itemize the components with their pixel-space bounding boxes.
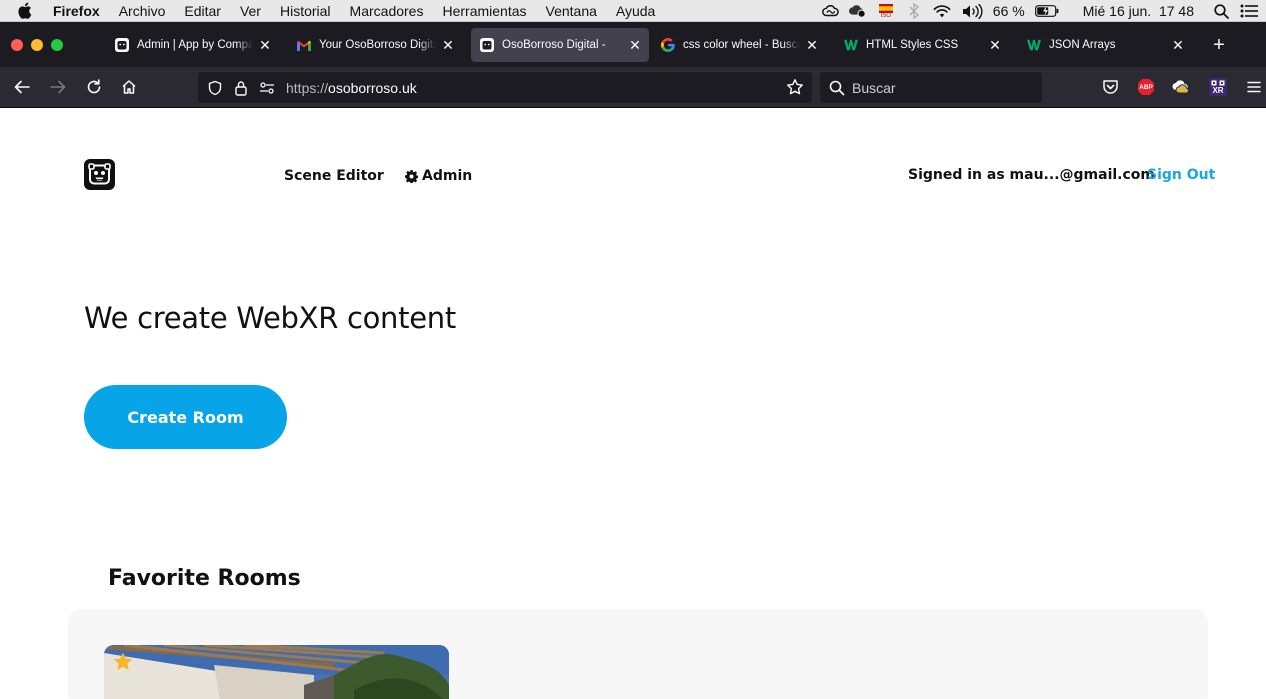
nav-admin-label: Admin	[422, 168, 473, 184]
wifi-icon[interactable]	[933, 3, 951, 19]
datetime[interactable]: Mié 16 jun. 17 48	[1083, 3, 1194, 19]
adblock-label: ABP	[1139, 83, 1153, 91]
close-icon[interactable]: ✕	[1170, 37, 1186, 53]
create-room-button[interactable]: Create Room	[84, 385, 287, 449]
tab-html-styles[interactable]: HTML Styles CSS ✕	[835, 28, 1009, 62]
flag-label: ISO	[880, 12, 891, 19]
close-icon[interactable]: ✕	[987, 37, 1003, 53]
close-icon[interactable]: ✕	[627, 37, 643, 53]
hero-title: We create WebXR content	[84, 301, 456, 335]
new-tab-button[interactable]: +	[1209, 35, 1229, 55]
room-thumbnail	[104, 645, 449, 699]
room-card[interactable]	[104, 645, 449, 699]
favorite-rooms-heading: Favorite Rooms	[108, 566, 301, 591]
menu-archivo[interactable]: Archivo	[119, 3, 166, 19]
url-bar[interactable]: https://osoborroso.uk	[198, 72, 812, 103]
nav-admin[interactable]: Admin	[405, 168, 472, 184]
w3schools-icon	[844, 38, 858, 52]
search-icon	[828, 79, 846, 97]
xr-label: XR	[1212, 86, 1224, 95]
bluetooth-icon[interactable]	[905, 3, 923, 19]
permissions-icon[interactable]	[258, 79, 276, 97]
url-scheme: https://	[286, 79, 329, 96]
tab-title: HTML Styles CSS	[866, 39, 959, 51]
menu-marcadores[interactable]: Marcadores	[350, 3, 424, 19]
forward-button[interactable]	[48, 77, 68, 97]
creative-cloud-icon[interactable]	[821, 3, 839, 19]
menu-ayuda[interactable]: Ayuda	[616, 3, 655, 19]
url-text[interactable]: https://osoborroso.uk	[286, 80, 417, 96]
close-icon[interactable]: ✕	[804, 37, 820, 53]
close-icon[interactable]: ✕	[257, 37, 273, 53]
menu-ver[interactable]: Ver	[240, 3, 261, 19]
url-host: osoborroso.uk	[328, 79, 417, 96]
gmail-icon	[297, 38, 311, 52]
sign-out-link[interactable]: Sign Out	[1147, 167, 1215, 183]
adblock-plus-icon[interactable]: ABP	[1136, 77, 1156, 97]
tracking-shield-icon[interactable]	[206, 79, 224, 97]
bear-icon	[115, 38, 129, 52]
spotlight-search-icon[interactable]	[1212, 3, 1230, 19]
tab-title: JSON Arrays	[1049, 39, 1116, 51]
tab-json-arrays[interactable]: JSON Arrays ✕	[1018, 28, 1192, 62]
macos-menubar: Firefox Archivo Editar Ver Historial Mar…	[0, 0, 1266, 22]
status-area: ISO 66 % Mié 16 jun. 17 48	[821, 0, 1266, 22]
window-minimize-button[interactable]	[31, 39, 43, 51]
menu-herramientas[interactable]: Herramientas	[442, 3, 526, 19]
search-input[interactable]	[852, 79, 1032, 96]
battery-percent: 66 %	[992, 3, 1025, 19]
window-close-button[interactable]	[11, 39, 23, 51]
menu-historial[interactable]: Historial	[280, 3, 331, 19]
tab-title: Admin | App by Company	[137, 39, 253, 51]
favorite-rooms-panel	[68, 609, 1208, 699]
tab-osoborroso-digital[interactable]: OsoBorroso Digital - ✕	[471, 28, 649, 62]
close-icon[interactable]: ✕	[440, 37, 456, 53]
favorite-star-icon[interactable]	[112, 651, 134, 673]
control-center-icon[interactable]	[1240, 3, 1258, 19]
volume-icon[interactable]	[961, 3, 983, 19]
home-button[interactable]	[119, 77, 139, 97]
gear-icon	[405, 169, 418, 183]
back-button[interactable]	[12, 77, 32, 97]
site-logo[interactable]	[84, 159, 115, 190]
keyboard-flag-icon[interactable]: ISO	[877, 3, 895, 19]
menu-ventana[interactable]: Ventana	[546, 3, 597, 19]
tab-google-search[interactable]: css color wheel - Buscar ✕	[652, 28, 826, 62]
bookmark-star-icon[interactable]	[786, 78, 804, 96]
battery-icon[interactable]	[1034, 3, 1059, 19]
pocket-icon[interactable]	[1100, 77, 1120, 97]
webxr-emulator-icon[interactable]: XR	[1208, 77, 1228, 97]
browser-tab-strip: Admin | App by Company ✕ Your OsoBorroso…	[0, 22, 1266, 67]
nav-scene-editor[interactable]: Scene Editor	[284, 168, 384, 184]
w3schools-icon	[1027, 38, 1041, 52]
browser-nav-bar: https://osoborroso.uk ABP XR	[0, 67, 1266, 108]
signed-in-status: Signed in as mau...@gmail.com	[908, 167, 1155, 183]
reload-button[interactable]	[84, 77, 104, 97]
tab-gmail[interactable]: Your OsoBorroso Digital ✕	[288, 28, 462, 62]
lock-icon[interactable]	[232, 79, 250, 97]
tab-admin[interactable]: Admin | App by Company ✕	[106, 28, 279, 62]
apple-icon[interactable]	[17, 2, 35, 20]
bear-icon	[480, 38, 494, 52]
tab-title: Your OsoBorroso Digital	[319, 39, 436, 51]
tab-title: OsoBorroso Digital -	[502, 39, 606, 51]
window-zoom-button[interactable]	[51, 39, 63, 51]
web-page: Scene Editor Admin Signed in as mau...@g…	[0, 108, 1266, 699]
cloud-sync-icon[interactable]	[848, 3, 867, 19]
google-icon	[661, 38, 675, 52]
menu-app-name[interactable]: Firefox	[53, 3, 100, 19]
search-bar[interactable]	[820, 72, 1042, 103]
hamburger-menu-icon[interactable]	[1244, 77, 1264, 97]
extension-clouds-icon[interactable]	[1172, 77, 1192, 97]
tab-title: css color wheel - Buscar	[683, 39, 800, 51]
menu-editar[interactable]: Editar	[184, 3, 221, 19]
